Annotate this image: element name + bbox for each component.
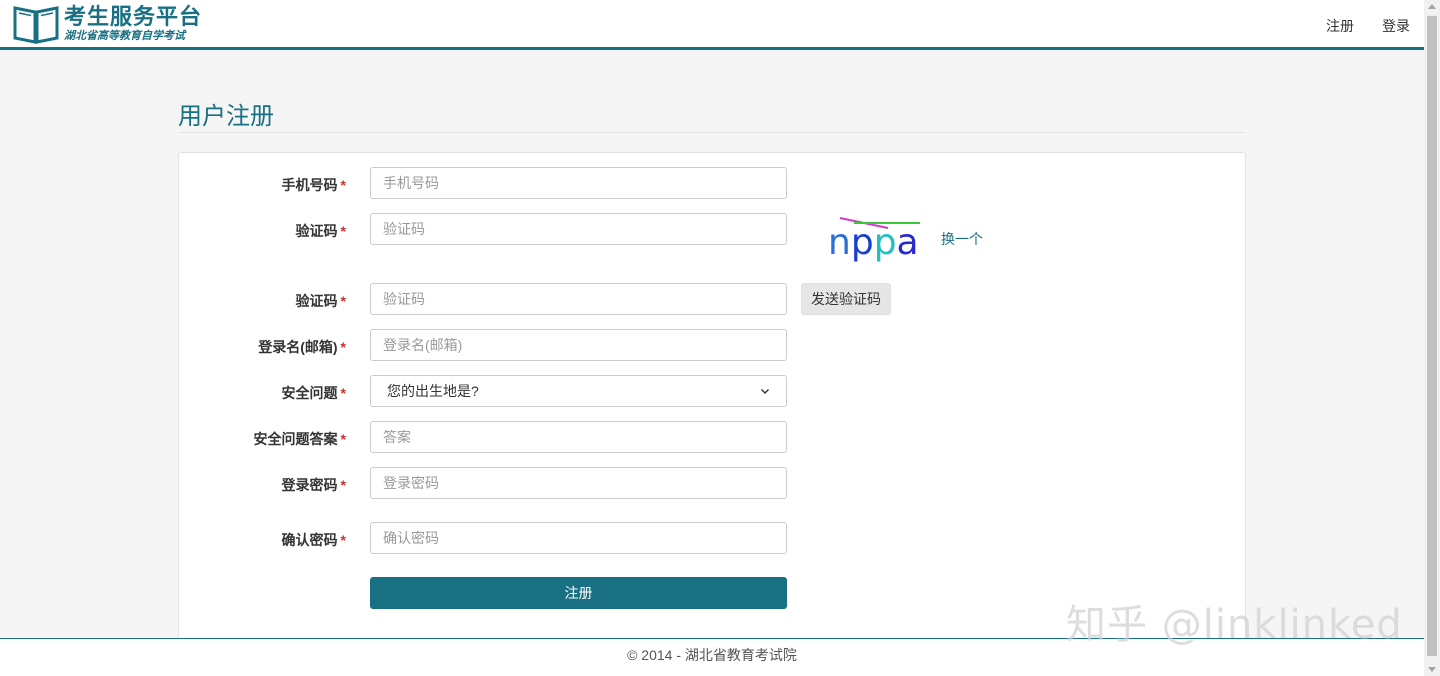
label-login-name: 登录名(邮箱) * xyxy=(176,337,346,357)
required-mark: * xyxy=(340,223,346,239)
chevron-down-icon xyxy=(761,389,769,394)
sms-code-input[interactable] xyxy=(370,283,787,315)
password-input[interactable] xyxy=(370,467,787,499)
top-header: 考生服务平台 湖北省高等教育自学考试 注册 登录 xyxy=(0,0,1424,50)
title-divider xyxy=(178,132,1246,133)
logo-title: 考生服务平台 xyxy=(64,4,203,29)
label-password-text: 登录密码 xyxy=(281,477,338,493)
security-question-value: 您的出生地是? xyxy=(387,383,479,399)
label-captcha: 验证码 * xyxy=(176,221,346,241)
label-password: 登录密码 * xyxy=(176,475,346,495)
required-mark: * xyxy=(340,431,346,447)
label-confirm-password-text: 确认密码 xyxy=(281,532,338,548)
required-mark: * xyxy=(340,339,346,355)
phone-input[interactable] xyxy=(370,167,787,199)
required-mark: * xyxy=(340,177,346,193)
label-security-question-text: 安全问题 xyxy=(281,385,338,401)
open-book-icon xyxy=(13,6,59,44)
captcha-text: nppa xyxy=(828,222,919,262)
register-submit-button[interactable]: 注册 xyxy=(370,577,787,609)
top-nav: 注册 登录 xyxy=(1326,16,1410,36)
label-confirm-password: 确认密码 * xyxy=(176,530,346,550)
logo-subtitle: 湖北省高等教育自学考试 xyxy=(64,30,185,42)
label-phone: 手机号码 * xyxy=(176,175,346,195)
captcha-input[interactable] xyxy=(370,213,787,245)
label-sms-code: 验证码 * xyxy=(176,291,346,311)
login-name-input[interactable] xyxy=(370,329,787,361)
label-security-answer-text: 安全问题答案 xyxy=(253,431,338,447)
vertical-scrollbar[interactable] xyxy=(1424,0,1440,676)
label-security-question: 安全问题 * xyxy=(176,383,346,403)
nav-login-link[interactable]: 登录 xyxy=(1382,16,1410,36)
nav-register-link[interactable]: 注册 xyxy=(1326,16,1354,36)
required-mark: * xyxy=(340,477,346,493)
logo[interactable]: 考生服务平台 湖北省高等教育自学考试 xyxy=(12,4,202,44)
required-mark: * xyxy=(340,532,346,548)
security-question-select[interactable]: 您的出生地是? xyxy=(370,375,787,407)
page-title: 用户注册 xyxy=(178,103,274,130)
label-captcha-text: 验证码 xyxy=(295,223,338,239)
confirm-password-input[interactable] xyxy=(370,522,787,554)
scroll-up-arrow-icon[interactable] xyxy=(1428,4,1436,9)
send-code-button[interactable]: 发送验证码 xyxy=(801,283,891,315)
page: 考生服务平台 湖北省高等教育自学考试 注册 登录 用户注册 手机号码 * 验证码 *… xyxy=(0,0,1440,676)
scrollbar-thumb[interactable] xyxy=(1427,16,1437,656)
logo-text: 考生服务平台 湖北省高等教育自学考试 xyxy=(64,5,202,43)
captcha-refresh-link[interactable]: 换一个 xyxy=(941,229,983,249)
label-sms-code-text: 验证码 xyxy=(295,293,338,309)
required-mark: * xyxy=(340,293,346,309)
label-security-answer: 安全问题答案 * xyxy=(176,429,346,449)
label-login-name-text: 登录名(邮箱) xyxy=(258,339,338,355)
label-phone-text: 手机号码 xyxy=(281,177,338,193)
security-answer-input[interactable] xyxy=(370,421,787,453)
captcha-image[interactable]: nppa xyxy=(826,214,922,262)
footer: © 2014 - 湖北省教育考试院 xyxy=(0,638,1424,676)
required-mark: * xyxy=(340,385,346,401)
scroll-down-arrow-icon[interactable] xyxy=(1428,667,1436,672)
